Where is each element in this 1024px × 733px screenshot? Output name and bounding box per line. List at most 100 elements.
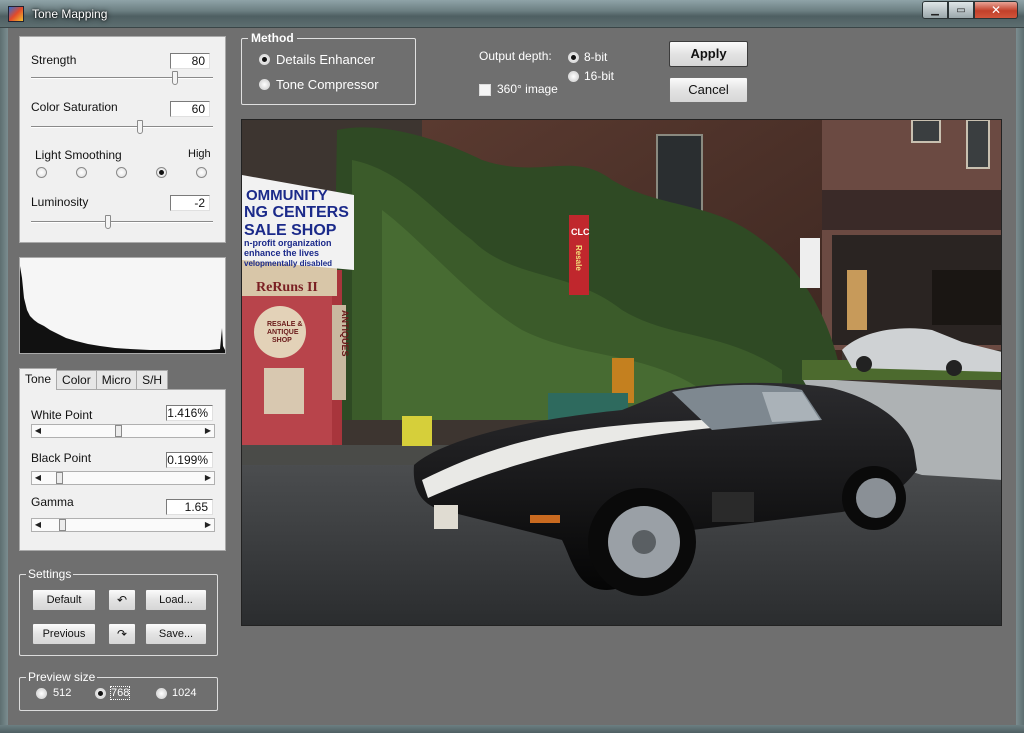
depth-16bit-label: 16-bit bbox=[584, 69, 615, 83]
tab-micro[interactable]: Micro bbox=[95, 370, 138, 390]
undo-icon: ↶ bbox=[116, 593, 128, 607]
preview-size-radio-1024[interactable] bbox=[156, 688, 167, 699]
preview-size-768-label: 768 bbox=[109, 686, 131, 700]
scroll-right-icon[interactable]: ▶ bbox=[202, 472, 214, 484]
tone-panel: White Point 1.416% ◀ ▶ Black Point 0.199… bbox=[19, 389, 226, 551]
preview-photo: OMMUNITY NG CENTERS SALE SHOP n-profit o… bbox=[242, 120, 1001, 625]
tone-compressor-label: Tone Compressor bbox=[276, 77, 379, 92]
luminosity-label: Luminosity bbox=[31, 195, 89, 209]
sign-community-line2: NG CENTERS bbox=[244, 204, 349, 221]
redo-icon: ↷ bbox=[116, 627, 128, 641]
preview-size-1024-label: 1024 bbox=[172, 687, 197, 699]
sign-community-line3: SALE SHOP bbox=[244, 222, 337, 239]
light-smoothing-radio-2[interactable] bbox=[76, 167, 87, 178]
strength-input[interactable]: 80 bbox=[170, 53, 210, 69]
tone-compressor-radio[interactable] bbox=[259, 79, 270, 90]
color-saturation-input[interactable]: 60 bbox=[170, 101, 210, 117]
details-enhancer-label: Details Enhancer bbox=[276, 52, 375, 67]
sign-antiques: ANTIQUES bbox=[340, 310, 350, 357]
sign-resale-line3: SHOP bbox=[272, 337, 292, 344]
black-point-label: Black Point bbox=[31, 451, 92, 465]
cancel-button[interactable]: Cancel bbox=[669, 77, 748, 103]
scroll-left-icon[interactable]: ◀ bbox=[32, 519, 44, 531]
image-360-label: 360° image bbox=[497, 82, 558, 96]
light-smoothing-radio-5[interactable] bbox=[196, 167, 207, 178]
undo-button[interactable]: ↶ bbox=[108, 589, 136, 611]
scroll-left-icon[interactable]: ◀ bbox=[32, 472, 44, 484]
window-controls: ▁ ▭ ✕ bbox=[922, 1, 1018, 19]
light-smoothing-radio-4[interactable] bbox=[156, 167, 167, 178]
scroll-left-icon[interactable]: ◀ bbox=[32, 425, 44, 437]
sign-clc: CLC bbox=[571, 227, 590, 237]
redo-button[interactable]: ↷ bbox=[108, 623, 136, 645]
white-point-scrollbar[interactable]: ◀ ▶ bbox=[31, 424, 215, 438]
previous-button[interactable]: Previous bbox=[32, 623, 96, 645]
maximize-button[interactable]: ▭ bbox=[948, 1, 974, 19]
window-frame-left bbox=[0, 28, 8, 725]
sign-community-line6: velopmentally disabled bbox=[244, 259, 332, 268]
strength-slider-track[interactable] bbox=[31, 77, 213, 79]
tab-sh[interactable]: S/H bbox=[136, 370, 169, 390]
close-button[interactable]: ✕ bbox=[974, 1, 1018, 19]
light-smoothing-radio-1[interactable] bbox=[36, 167, 47, 178]
default-button[interactable]: Default bbox=[32, 589, 96, 611]
method-group-title: Method bbox=[248, 31, 297, 45]
luminosity-input[interactable]: -2 bbox=[170, 195, 210, 211]
window-frame-right bbox=[1016, 28, 1024, 725]
histogram bbox=[19, 257, 226, 354]
window-title: Tone Mapping bbox=[32, 7, 108, 21]
adjust-panel: Strength 80 Color Saturation 60 Light Sm… bbox=[19, 36, 226, 243]
save-button[interactable]: Save... bbox=[145, 623, 207, 645]
depth-8bit-label: 8-bit bbox=[584, 50, 608, 64]
scroll-right-icon[interactable]: ▶ bbox=[202, 519, 214, 531]
preview-size-512-label: 512 bbox=[53, 687, 72, 699]
luminosity-slider-track[interactable] bbox=[31, 221, 213, 223]
sign-reruns: ReRuns II bbox=[256, 280, 318, 295]
sign-resale-vertical: Resale bbox=[574, 245, 583, 271]
white-point-value: 1.416% bbox=[166, 405, 213, 421]
preview-image[interactable]: OMMUNITY NG CENTERS SALE SHOP n-profit o… bbox=[241, 119, 1002, 626]
gamma-value: 1.65 bbox=[166, 499, 213, 515]
output-depth-label: Output depth: bbox=[479, 49, 552, 63]
color-saturation-slider-track[interactable] bbox=[31, 126, 213, 128]
histogram-graph bbox=[20, 266, 225, 353]
tone-tabs: Tone Color Micro S/H bbox=[19, 368, 169, 390]
gamma-label: Gamma bbox=[31, 495, 74, 509]
white-point-label: White Point bbox=[31, 408, 93, 422]
scroll-right-icon[interactable]: ▶ bbox=[202, 425, 214, 437]
color-saturation-slider-thumb[interactable] bbox=[136, 120, 143, 134]
luminosity-slider-thumb[interactable] bbox=[104, 215, 111, 229]
minimize-button[interactable]: ▁ bbox=[922, 1, 948, 19]
strength-label: Strength bbox=[31, 53, 77, 67]
preview-size-radio-768[interactable] bbox=[95, 688, 106, 699]
details-enhancer-radio[interactable] bbox=[259, 54, 270, 65]
color-saturation-label: Color Saturation bbox=[31, 100, 118, 114]
preview-size-group: Preview size 512 768 1024 bbox=[19, 670, 218, 711]
settings-group: Settings Default ↶ Load... Previous ↷ Sa… bbox=[19, 567, 218, 656]
apply-button[interactable]: Apply bbox=[669, 41, 748, 67]
light-smoothing-radio-3[interactable] bbox=[116, 167, 127, 178]
strength-slider-thumb[interactable] bbox=[171, 71, 178, 85]
preview-size-group-title: Preview size bbox=[26, 670, 98, 684]
preview-size-radio-512[interactable] bbox=[36, 688, 47, 699]
white-point-scroll-thumb[interactable] bbox=[114, 425, 122, 437]
light-smoothing-high-label: High bbox=[188, 148, 211, 160]
depth-16bit-radio[interactable] bbox=[568, 71, 579, 82]
maximize-icon: ▭ bbox=[956, 4, 966, 16]
tab-tone[interactable]: Tone bbox=[19, 368, 58, 390]
title-bar[interactable]: Tone Mapping ▁ ▭ ✕ bbox=[0, 0, 1024, 28]
light-smoothing-label: Light Smoothing bbox=[35, 148, 122, 162]
close-icon: ✕ bbox=[990, 3, 1002, 17]
app-icon bbox=[8, 6, 24, 22]
image-360-checkbox[interactable] bbox=[479, 84, 491, 96]
sign-resale-line1: RESALE & bbox=[267, 321, 302, 328]
sign-resale-line2: ANTIQUE bbox=[267, 329, 299, 336]
load-button[interactable]: Load... bbox=[145, 589, 207, 611]
black-point-scroll-thumb[interactable] bbox=[56, 472, 64, 484]
gamma-scrollbar[interactable]: ◀ ▶ bbox=[31, 518, 215, 532]
tab-color[interactable]: Color bbox=[56, 370, 97, 390]
depth-8bit-radio[interactable] bbox=[568, 52, 579, 63]
sign-community-line4: n-profit organization bbox=[244, 238, 332, 248]
gamma-scroll-thumb[interactable] bbox=[59, 519, 67, 531]
black-point-scrollbar[interactable]: ◀ ▶ bbox=[31, 471, 215, 485]
